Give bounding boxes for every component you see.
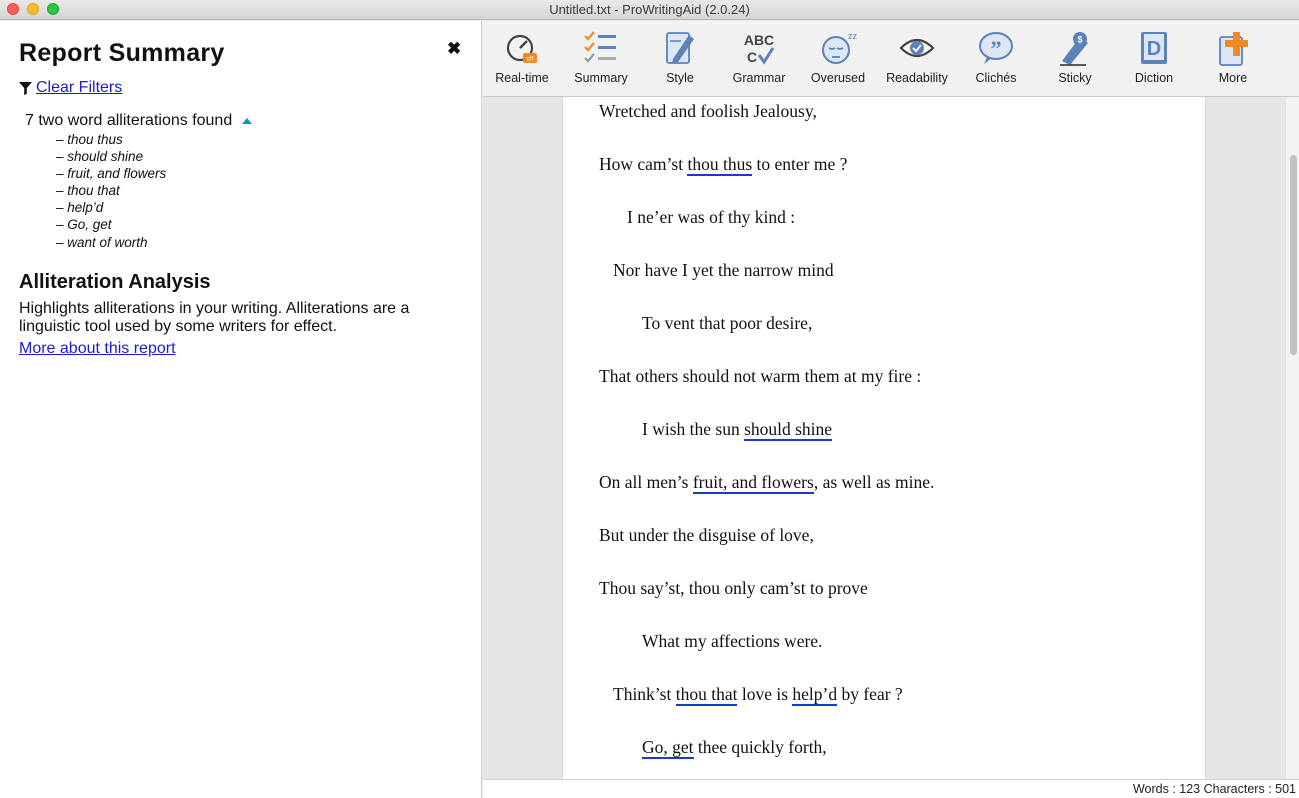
alliteration-item[interactable]: Go, get <box>56 216 166 233</box>
summary-button[interactable]: Summary <box>563 29 639 85</box>
minimize-window-button[interactable] <box>27 3 39 15</box>
realtime-button[interactable]: off Real-time <box>484 29 560 85</box>
svg-text:D: D <box>1147 38 1161 60</box>
readability-button[interactable]: Readability <box>879 29 955 85</box>
diction-d-icon: D <box>1141 32 1167 64</box>
close-window-button[interactable] <box>7 3 19 15</box>
poem-line: What my affections were. <box>642 631 823 651</box>
readability-eye-icon <box>899 38 935 58</box>
poem-line: To vent that poor desire, <box>642 313 813 333</box>
svg-text:off: off <box>527 57 534 63</box>
report-toolbar: off Real-time Summary Style ABC C Gramma… <box>483 21 1299 97</box>
sticky-pen-icon: $ <box>1060 32 1088 66</box>
svg-text:”: ” <box>991 36 1002 61</box>
more-button[interactable]: More <box>1195 29 1271 85</box>
alliteration-highlight[interactable]: thou that <box>675 684 738 706</box>
poem-line: But under the disguise of love, <box>599 525 814 545</box>
grammar-button[interactable]: ABC C Grammar <box>721 29 797 85</box>
poem-line: That others should not warm them at my f… <box>599 366 922 386</box>
alliteration-item[interactable]: want of worth <box>56 234 166 251</box>
svg-text:C: C <box>747 49 757 65</box>
cliches-quote-bubble-icon: ” <box>979 32 1013 64</box>
analysis-title: Alliteration Analysis <box>19 271 211 293</box>
alliteration-highlight[interactable]: fruit, and flowers <box>692 472 814 494</box>
collapse-caret-icon[interactable] <box>242 118 253 124</box>
summary-checklist-icon <box>584 31 616 63</box>
alliteration-item[interactable]: help’d <box>56 199 166 216</box>
alliteration-highlight[interactable]: Go, get <box>642 737 694 759</box>
analysis-description: Highlights alliterations in your writing… <box>19 300 410 335</box>
window-titlebar: Untitled.txt - ProWritingAid (2.0.24) <box>0 0 1299 20</box>
clear-filters-row: Clear Filters <box>19 79 122 97</box>
poem-line: I ne’er was of thy kind : <box>627 207 796 227</box>
alliterations-found-text: 7 two word alliterations found <box>25 112 233 129</box>
diction-button[interactable]: D Diction <box>1116 29 1192 85</box>
more-plus-icon <box>1219 32 1248 66</box>
zoom-window-button[interactable] <box>47 3 59 15</box>
scrollbar-thumb[interactable] <box>1290 155 1297 355</box>
alliterations-found-toggle[interactable]: 7 two word alliterations found <box>25 112 253 130</box>
svg-text:ABC: ABC <box>744 32 774 48</box>
filter-funnel-icon <box>19 81 32 95</box>
grammar-abc-icon: ABC C <box>744 32 775 65</box>
poem-line: How cam’st thou thus to enter me ? <box>599 154 848 176</box>
poem-line: On all men’s fruit, and flowers, as well… <box>599 472 935 494</box>
sticky-button[interactable]: $ Sticky <box>1037 29 1113 85</box>
cliches-button[interactable]: ” Clichés <box>958 29 1034 85</box>
poem-line: Think’st thou that love is help’d by fea… <box>613 684 903 706</box>
word-char-count: Words : 123 Characters : 501 <box>1132 782 1296 796</box>
style-button[interactable]: Style <box>642 29 718 85</box>
alliteration-highlight[interactable]: thou thus <box>687 154 753 176</box>
poem-line: Nor have I yet the narrow mind <box>613 260 834 280</box>
svg-text:zz: zz <box>848 31 857 41</box>
alliteration-highlight[interactable]: help’d <box>792 684 838 706</box>
document-page[interactable]: Wretched and foolish Jealousy, How cam’s… <box>562 97 1206 779</box>
alliteration-highlight[interactable]: should shine <box>744 419 833 441</box>
report-sidebar: Report Summary ✖ Clear Filters 7 two wor… <box>0 21 482 798</box>
more-about-report-link[interactable]: More about this report <box>19 340 176 358</box>
alliteration-item[interactable]: thou that <box>56 182 166 199</box>
poem-line: Wretched and foolish Jealousy, <box>599 101 817 121</box>
realtime-gauge-icon: off <box>506 34 537 63</box>
poem-line: Go, get thee quickly forth, <box>642 737 827 759</box>
alliteration-item[interactable]: should shine <box>56 148 166 165</box>
poem-line: Thou say’st, thou only cam’st to prove <box>599 578 868 598</box>
status-bar: Words : 123 Characters : 501 <box>483 779 1299 798</box>
alliteration-item[interactable]: fruit, and flowers <box>56 165 166 182</box>
clear-filters-link[interactable]: Clear Filters <box>36 79 122 97</box>
style-pen-icon <box>666 32 694 64</box>
window-title: Untitled.txt - ProWritingAid (2.0.24) <box>549 2 750 17</box>
report-summary-title: Report Summary <box>19 39 225 67</box>
vertical-scrollbar[interactable] <box>1285 97 1299 779</box>
poem-line: I wish the sun should shine <box>642 419 833 441</box>
overused-sleepy-face-icon: zz <box>822 31 857 64</box>
alliteration-item[interactable]: thou thus <box>56 131 166 148</box>
close-report-icon[interactable]: ✖ <box>447 39 461 59</box>
document-area: Wretched and foolish Jealousy, How cam’s… <box>483 97 1299 779</box>
svg-text:$: $ <box>1077 35 1082 45</box>
overused-button[interactable]: zz Overused <box>800 29 876 85</box>
alliteration-list: thou thus should shine fruit, and flower… <box>56 131 166 251</box>
